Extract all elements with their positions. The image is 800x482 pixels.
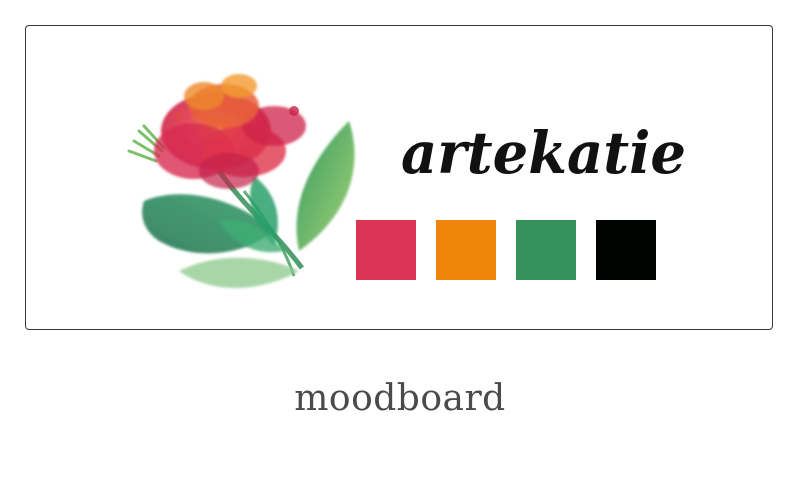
watercolor-flower-icon [127,74,355,288]
brand-logo-text: artekatie [401,119,686,187]
caption: moodboard [294,378,506,419]
moodboard-card: artekatie [25,25,773,330]
brand-logo: artekatie [401,119,686,187]
color-palette [356,220,656,280]
swatch-black [596,220,656,280]
swatch-orange [436,220,496,280]
swatch-green [516,220,576,280]
swatch-red [356,220,416,280]
